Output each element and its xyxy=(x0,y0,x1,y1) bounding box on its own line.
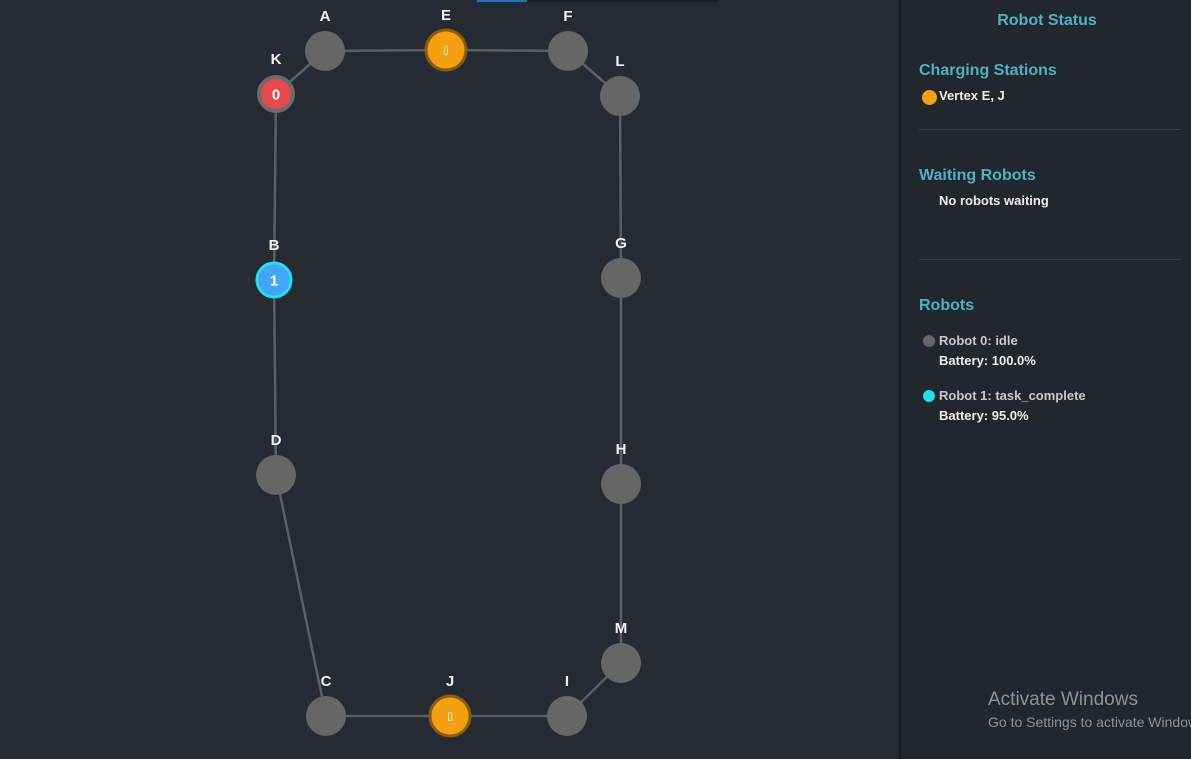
robot-1-status: Robot 1: task_complete xyxy=(939,388,1086,403)
vertex-label: M xyxy=(615,620,628,637)
vertex-circle[interactable] xyxy=(601,643,641,683)
status-panel: Robot Status Charging Stations Vertex E,… xyxy=(899,0,1191,759)
waiting-robots-text: No robots waiting xyxy=(939,193,1049,208)
vertex-circle[interactable] xyxy=(601,464,641,504)
charging-icon: ▯ xyxy=(447,710,453,723)
graph-svg: A E▯FK0LB1GDHMC J▯I xyxy=(255,7,641,738)
vertex-B[interactable]: B1 xyxy=(255,237,293,299)
vertex-label: F xyxy=(563,8,572,25)
waiting-robots-heading: Waiting Robots xyxy=(919,167,1036,184)
vertex-E[interactable]: E▯ xyxy=(424,7,468,72)
robot-1-battery: Battery: 95.0% xyxy=(939,408,1029,423)
vertex-C[interactable]: C xyxy=(306,673,346,736)
vertex-G[interactable]: G xyxy=(601,235,641,298)
vertex-label: C xyxy=(321,673,332,690)
vertex-label: J xyxy=(446,673,454,690)
activate-windows-subtitle: Go to Settings to activate Windows. xyxy=(988,714,1191,730)
robot-0-status: Robot 0: idle xyxy=(939,333,1018,348)
graph-canvas: A E ▯ F K 0 L B 1 G D H M C J ▯ I xyxy=(0,0,899,759)
vertex-label: L xyxy=(615,53,624,70)
vertex-circle[interactable] xyxy=(601,258,641,298)
edge-C-D xyxy=(274,474,328,717)
charging-station-legend-dot xyxy=(922,90,937,105)
vertex-D[interactable]: D xyxy=(256,432,296,495)
robot-id-text: 1 xyxy=(270,273,278,290)
divider xyxy=(919,259,1181,260)
vertex-label: G xyxy=(615,235,627,252)
vertex-label: K xyxy=(271,51,282,68)
robots-heading: Robots xyxy=(919,297,975,314)
vertex-M[interactable]: M xyxy=(601,620,641,683)
vertex-circle[interactable] xyxy=(306,696,346,736)
vertex-I[interactable]: I xyxy=(547,673,587,736)
vertex-circle[interactable] xyxy=(600,76,640,116)
vertex-L[interactable]: L xyxy=(600,53,640,116)
vertex-label: H xyxy=(616,441,627,458)
vertex-circle[interactable] xyxy=(256,455,296,495)
vertex-label: D xyxy=(271,432,282,449)
vertex-circle[interactable] xyxy=(547,696,587,736)
vertex-label: B xyxy=(269,237,280,254)
charging-stations-text: Vertex E, J xyxy=(939,88,1005,103)
robot-sim-app: A E ▯ F K 0 L B 1 G D H M C J ▯ I Robot Status Charging … xyxy=(0,0,1191,759)
activate-windows-title: Activate Windows xyxy=(988,689,1138,710)
vertex-A[interactable]: A xyxy=(305,8,345,71)
vertex-K[interactable]: K0 xyxy=(257,51,295,113)
vertex-F[interactable]: F xyxy=(548,8,588,71)
graph-edges xyxy=(272,48,623,718)
charging-icon: ▯ xyxy=(443,44,449,57)
vertex-H[interactable]: H xyxy=(601,441,641,504)
robot-id-text: 0 xyxy=(272,87,280,104)
robot-0-battery: Battery: 100.0% xyxy=(939,353,1036,368)
vertex-circle[interactable] xyxy=(548,31,588,71)
charging-stations-heading: Charging Stations xyxy=(919,62,1057,79)
panel-title: Robot Status xyxy=(997,12,1097,29)
robot-0-status-dot xyxy=(923,335,935,347)
vertex-label: E xyxy=(441,7,451,24)
vertex-circle[interactable] xyxy=(305,31,345,71)
vertex-J[interactable]: J▯ xyxy=(428,673,472,738)
vertex-label: I xyxy=(565,673,569,690)
vertex-label: A xyxy=(320,8,331,25)
divider xyxy=(919,129,1181,130)
robot-1-status-dot xyxy=(923,390,935,402)
